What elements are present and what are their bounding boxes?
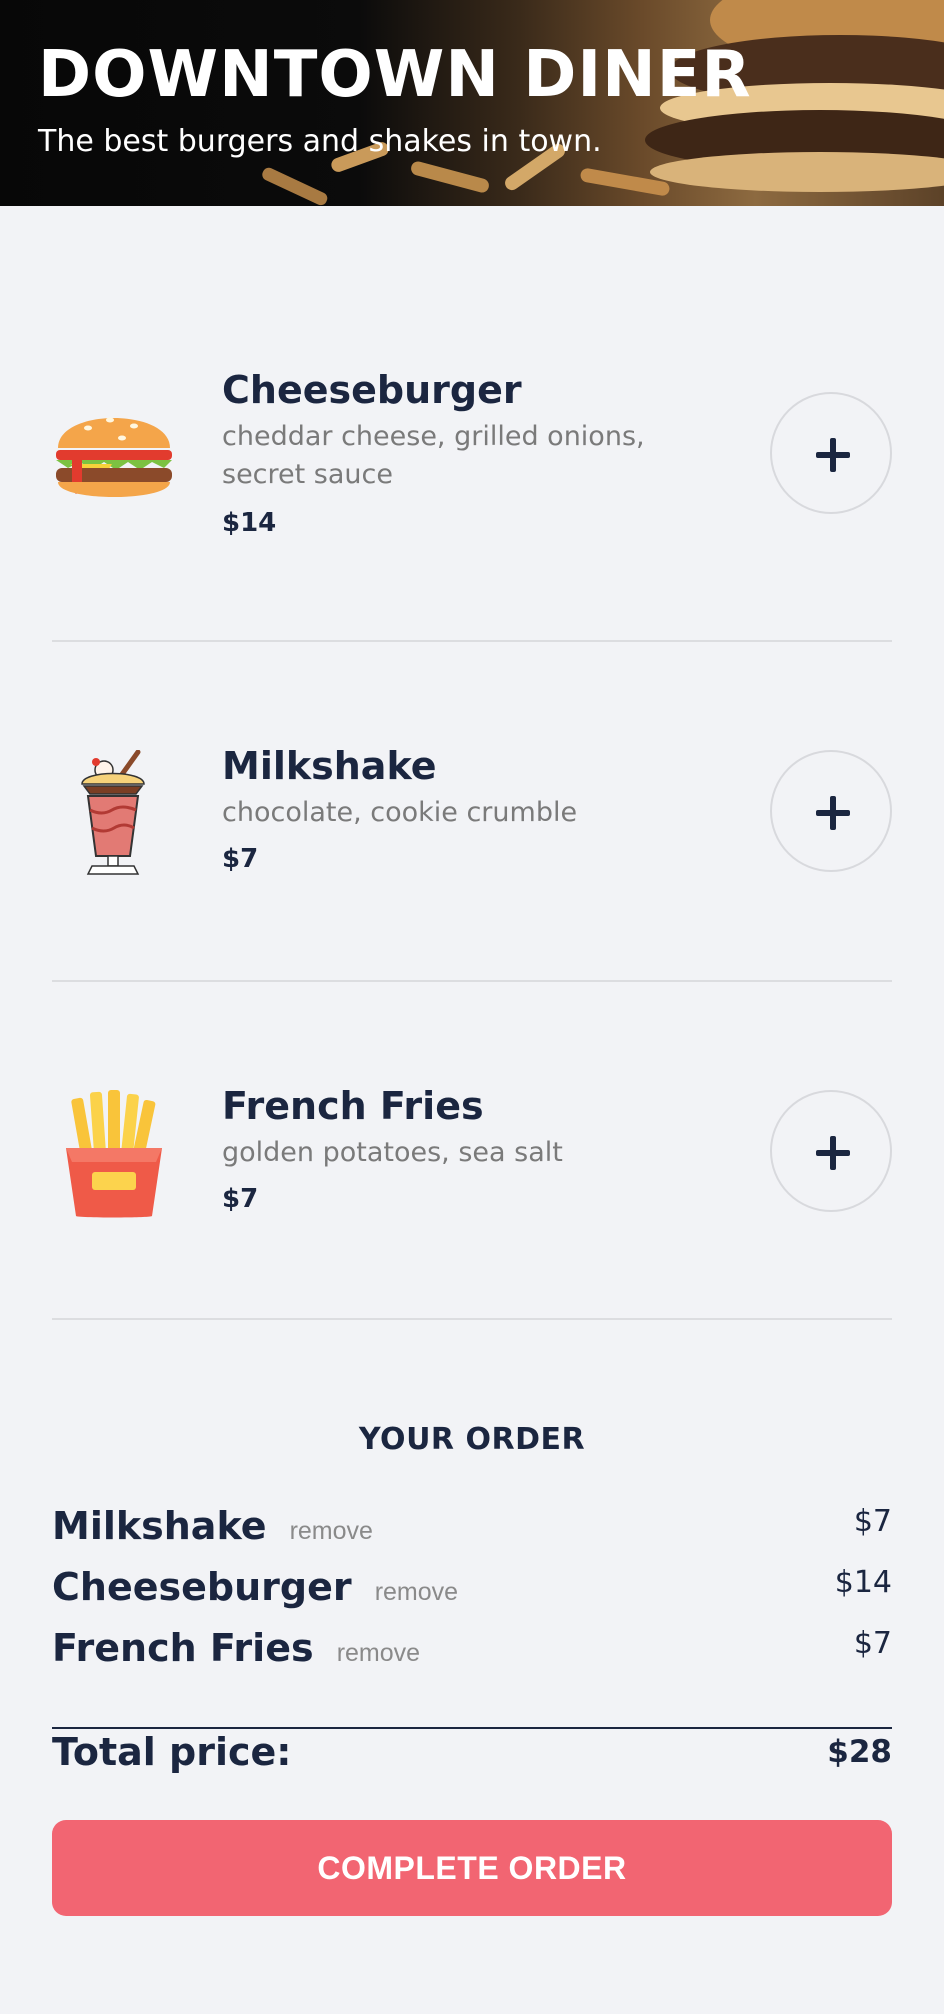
total-label: Total price: [52,1730,292,1774]
burger-icon [56,417,172,497]
order-row: Milkshake remove $7 [52,1504,892,1554]
item-name: Cheeseburger [222,368,522,412]
menu-item-cheeseburger: Cheeseburger cheddar cheese, grilled oni… [52,360,892,540]
order-item-price: $7 [853,1626,892,1661]
plus-icon-vertical [830,796,836,830]
add-cheeseburger-button[interactable] [770,392,892,514]
order-item-name: Cheeseburger [52,1565,352,1609]
item-description: chocolate, cookie crumble [222,797,578,828]
remove-link[interactable]: remove [375,1578,458,1606]
add-milkshake-button[interactable] [770,750,892,872]
item-name: Milkshake [222,744,437,788]
item-description: cheddar cheese, grilled onions, secret s… [222,421,645,490]
total-divider [52,1727,892,1729]
order-item-price: $14 [834,1565,892,1600]
menu-item-french-fries: French Fries golden potatoes, sea salt $… [52,1080,892,1220]
remove-link[interactable]: remove [337,1639,420,1667]
item-price: $7 [222,844,259,874]
plus-icon-vertical [830,438,836,472]
plus-icon-vertical [830,1136,836,1170]
item-name: French Fries [222,1084,484,1128]
divider [52,640,892,642]
order-item-price: $7 [853,1504,892,1539]
item-price: $14 [222,508,277,538]
order-item-name: Milkshake [52,1504,267,1548]
order-row: Cheeseburger remove $14 [52,1565,892,1615]
item-description: golden potatoes, sea salt [222,1137,563,1168]
order-row: French Fries remove $7 [52,1626,892,1676]
milkshake-icon [81,750,145,875]
add-french-fries-button[interactable] [770,1090,892,1212]
menu-item-milkshake: Milkshake chocolate, cookie crumble $7 [52,740,892,880]
total-value: $28 [827,1734,892,1770]
fries-icon [66,1090,162,1218]
divider [52,980,892,982]
item-price: $7 [222,1184,259,1214]
order-item-name: French Fries [52,1626,314,1670]
header-banner: DOWNTOWN DINER The best burgers and shak… [0,0,944,206]
order-title: YOUR ORDER [358,1422,586,1457]
page-subtitle: The best burgers and shakes in town. [38,124,602,159]
remove-link[interactable]: remove [290,1517,373,1545]
page-title: DOWNTOWN DINER [38,38,752,112]
divider [52,1318,892,1320]
complete-order-button[interactable]: COMPLETE ORDER [52,1820,892,1916]
